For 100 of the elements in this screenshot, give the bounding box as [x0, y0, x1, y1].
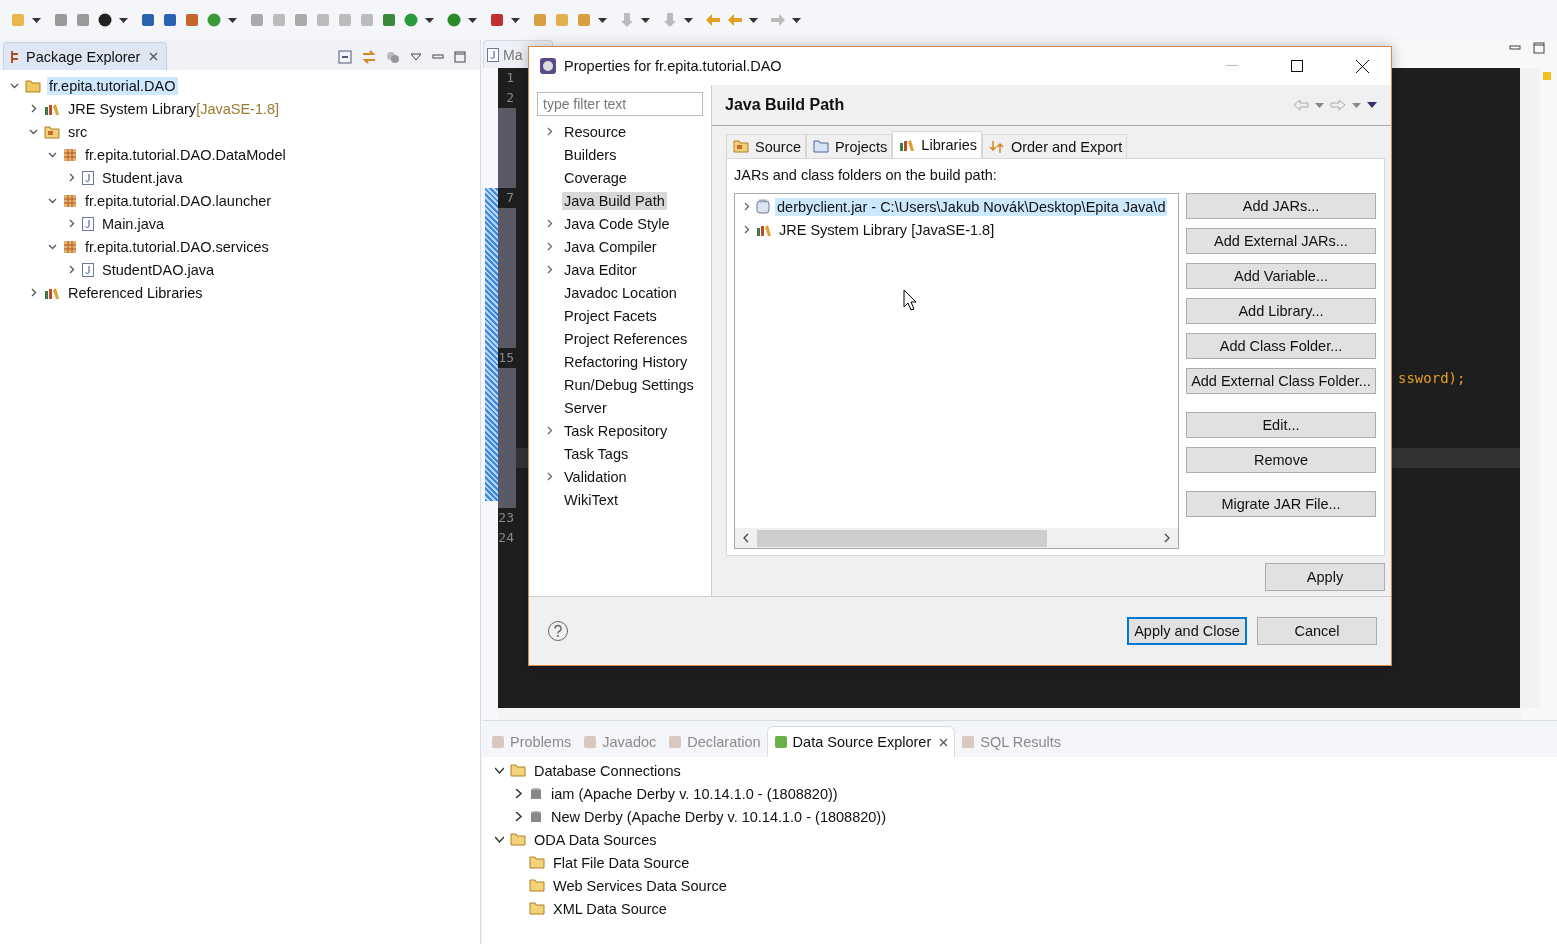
nav-item[interactable]: WikiText — [562, 490, 620, 509]
tree-item[interactable]: fr.epita.tutorial.DAO — [47, 76, 178, 95]
nav-item[interactable]: Refactoring History — [562, 352, 690, 371]
side-button[interactable]: Migrate JAR File... — [1186, 491, 1376, 517]
collapse-all-icon[interactable] — [338, 49, 352, 64]
nav-item[interactable]: Java Build Path — [562, 191, 667, 210]
side-button[interactable]: Remove — [1186, 447, 1376, 473]
scrollbar-thumb[interactable] — [757, 529, 1047, 547]
nav-item[interactable]: Run/Debug Settings — [562, 375, 696, 394]
nav-item[interactable]: Project References — [562, 329, 690, 348]
page-tab[interactable]: Order and Export — [981, 134, 1128, 158]
cancel-button[interactable]: Cancel — [1257, 617, 1377, 645]
nav-item[interactable]: Project Facets — [562, 306, 659, 325]
tree-item[interactable]: fr.epita.tutorial.DAO.DataModel — [83, 145, 288, 164]
tree-item[interactable]: Referenced Libraries — [66, 283, 205, 302]
jar-icon — [756, 199, 770, 214]
books-icon — [899, 138, 916, 152]
view-tab[interactable]: Data Source Explorer — [766, 726, 956, 757]
nav-item[interactable]: Javadoc Location — [562, 283, 679, 302]
dropdown-caret-icon[interactable] — [749, 17, 758, 23]
scroll-left-icon[interactable] — [743, 533, 749, 543]
close-tab-icon[interactable] — [939, 737, 949, 747]
help-icon[interactable] — [547, 620, 569, 642]
tree-item[interactable]: JRE System Library[JavaSE-1.8] — [66, 99, 282, 118]
nav-item[interactable]: Java Compiler — [562, 237, 659, 256]
nav-item[interactable]: Task Repository — [562, 421, 670, 440]
tree-item[interactable]: Student.java — [100, 168, 185, 187]
side-button[interactable]: Add Class Folder... — [1186, 333, 1376, 359]
apply-button[interactable]: Apply — [1265, 563, 1385, 591]
tree-item[interactable]: fr.epita.tutorial.DAO.services — [83, 237, 271, 256]
side-button[interactable]: Edit... — [1186, 412, 1376, 438]
side-button[interactable]: Add JARs... — [1186, 193, 1376, 219]
build-path-entry[interactable]: JRE System Library [JavaSE-1.8] — [777, 220, 997, 239]
horizontal-scrollbar[interactable] — [498, 708, 1522, 720]
link-icon[interactable] — [362, 49, 376, 64]
books-icon — [756, 222, 772, 237]
close-tab-icon[interactable] — [149, 52, 159, 61]
warning-marker — [1543, 72, 1551, 80]
dropdown-caret-icon[interactable] — [598, 17, 607, 23]
dropdown-caret-icon[interactable] — [792, 17, 801, 23]
horizontal-scrollbar[interactable] — [735, 528, 1178, 548]
apply-and-close-button[interactable]: Apply and Close — [1127, 617, 1247, 645]
tree-item[interactable]: XML Data Source — [551, 899, 669, 918]
dropdown-caret-icon[interactable] — [511, 17, 520, 23]
nav-item[interactable]: Resource — [562, 122, 629, 141]
package-explorer-tab[interactable]: Package Explorer — [3, 42, 168, 70]
side-button[interactable]: Add Variable... — [1186, 263, 1376, 289]
page-tab[interactable]: Libraries — [892, 131, 982, 158]
dropdown-caret-icon[interactable] — [425, 17, 434, 23]
minimize-icon[interactable] — [1509, 45, 1521, 51]
nav-item[interactable]: Server — [562, 398, 609, 417]
page-tab[interactable]: Projects — [805, 134, 893, 158]
vertical-scrollbar[interactable] — [1520, 68, 1540, 708]
side-button[interactable]: Add External Class Folder... — [1186, 368, 1376, 394]
tree-item[interactable]: fr.epita.tutorial.DAO.launcher — [83, 191, 274, 210]
nav-item[interactable]: Task Tags — [562, 444, 631, 463]
dropdown-caret-icon[interactable] — [641, 17, 650, 23]
nav-item[interactable]: Builders — [562, 145, 619, 164]
tree-item[interactable]: Database Connections — [532, 761, 683, 780]
dropdown-caret-icon[interactable] — [468, 17, 477, 23]
tree-item[interactable]: New Derby (Apache Derby v. 10.14.1.0 - (1808820)) — [549, 807, 888, 826]
dialog-title: Properties for fr.epita.tutorial.DAO — [564, 58, 783, 74]
nav-item[interactable]: Java Editor — [562, 260, 639, 279]
dropdown-caret-icon[interactable] — [32, 17, 41, 23]
tree-item[interactable]: StudentDAO.java — [100, 260, 217, 279]
maximize-icon[interactable] — [1533, 42, 1545, 54]
nav-item[interactable]: Validation — [562, 467, 629, 486]
tree-item[interactable]: Main.java — [100, 214, 167, 233]
filter-field[interactable]: type filter text — [537, 92, 703, 116]
scroll-right-icon[interactable] — [1164, 533, 1170, 543]
view-menu-icon[interactable] — [1367, 102, 1377, 108]
view-icon — [961, 735, 976, 749]
dropdown-caret-icon[interactable] — [119, 17, 128, 23]
line-number: 7 — [505, 189, 515, 207]
tree-item[interactable]: src — [66, 122, 90, 141]
tree-item[interactable]: ODA Data Sources — [532, 830, 659, 849]
database-icon — [529, 786, 543, 801]
line-number: 1 — [505, 69, 515, 87]
filter-icon[interactable] — [386, 49, 400, 64]
tab-title: Package Explorer — [26, 48, 141, 65]
dropdown-caret-icon[interactable] — [684, 17, 693, 23]
view-menu-icon[interactable] — [410, 52, 422, 61]
minimize-icon[interactable] — [432, 53, 444, 60]
code-text: ssword); — [1398, 370, 1466, 386]
view-icon — [668, 735, 683, 749]
page-tab[interactable]: Source — [726, 134, 806, 158]
sort-arrows-icon — [988, 139, 1005, 154]
line-number: 23 — [498, 509, 515, 527]
dropdown-caret-icon[interactable] — [228, 17, 237, 23]
maximize-icon[interactable] — [454, 50, 466, 63]
nav-item[interactable]: Java Code Style — [562, 214, 672, 233]
tree-item[interactable]: Flat File Data Source — [551, 853, 692, 872]
tree-item[interactable]: iam (Apache Derby v. 10.14.1.0 - (1808820)) — [549, 784, 840, 803]
side-button[interactable]: Add External JARs... — [1186, 228, 1376, 254]
java-file-icon — [82, 216, 94, 231]
build-path-entry[interactable]: derbyclient.jar - C:\Users\Jakub Novák\Desktop\Epita Java\d — [775, 197, 1168, 216]
view-icon — [491, 735, 505, 749]
nav-item[interactable]: Coverage — [562, 168, 629, 187]
tree-item[interactable]: Web Services Data Source — [551, 876, 729, 895]
side-button[interactable]: Add Library... — [1186, 298, 1376, 324]
